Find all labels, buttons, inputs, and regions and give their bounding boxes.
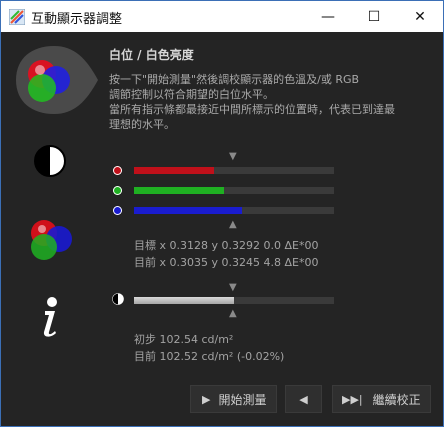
back-icon: ◀ <box>299 392 308 406</box>
maximize-button[interactable]: ☐ <box>351 1 397 32</box>
play-icon: ▶ <box>202 392 211 406</box>
current-luminance: 目前 102.52 cd/m² (-0.02%) <box>134 350 285 363</box>
luminance-marker-top: ▼ <box>229 282 237 293</box>
main-content: 白位 / 白色亮度 按一下"開始測量"然後調校顯示器的色溫及/或 RGB 調節控… <box>1 32 443 426</box>
continue-calibration-button[interactable]: ▶▶| 繼續校正 <box>332 385 431 413</box>
window-title: 互動顯示器調整 <box>31 12 123 27</box>
green-bar <box>134 187 334 194</box>
instructions-text: 按一下"開始測量"然後調校顯示器的色溫及/或 RGB 調節控制以符合期望的白位水… <box>109 73 395 131</box>
green-dot-icon <box>113 186 122 195</box>
blue-dot-icon <box>113 206 122 215</box>
luminance-bar <box>134 297 334 304</box>
minimize-button[interactable]: — <box>305 1 351 32</box>
initial-luminance: 初步 102.54 cd/m² <box>134 333 234 346</box>
title-bar[interactable]: 互動顯示器調整 — ☐ ✕ <box>1 1 443 32</box>
target-marker-bottom: ▲ <box>229 219 237 230</box>
luminance-icon <box>112 293 124 305</box>
target-readout: 目標 x 0.3128 y 0.3292 0.0 ΔE*00 <box>134 239 319 252</box>
skip-forward-icon: ▶▶| <box>342 392 363 406</box>
close-button[interactable]: ✕ <box>397 1 443 32</box>
app-window: 互動顯示器調整 — ☐ ✕ 白位 / 白色亮度 按一下"開始測量"然後調校顯示器… <box>0 0 444 427</box>
red-bar-fill <box>134 167 214 174</box>
current-readout: 目前 x 0.3035 y 0.3245 4.8 ΔE*00 <box>134 256 319 269</box>
red-bar <box>134 167 334 174</box>
green-bar-fill <box>134 187 224 194</box>
section-heading: 白位 / 白色亮度 <box>109 48 194 62</box>
continue-calibration-label: 繼續校正 <box>372 392 421 407</box>
luminance-bar-fill <box>134 297 234 304</box>
back-button[interactable]: ◀ <box>285 385 322 413</box>
red-dot-icon <box>113 166 122 175</box>
blue-bar-fill <box>134 207 242 214</box>
blue-bar <box>134 207 334 214</box>
target-marker-top: ▼ <box>229 151 237 162</box>
start-measurement-label: 開始測量 <box>218 392 267 407</box>
app-icon <box>9 9 25 25</box>
start-measurement-button[interactable]: ▶ 開始測量 <box>190 385 277 413</box>
luminance-marker-bottom: ▲ <box>229 308 237 319</box>
